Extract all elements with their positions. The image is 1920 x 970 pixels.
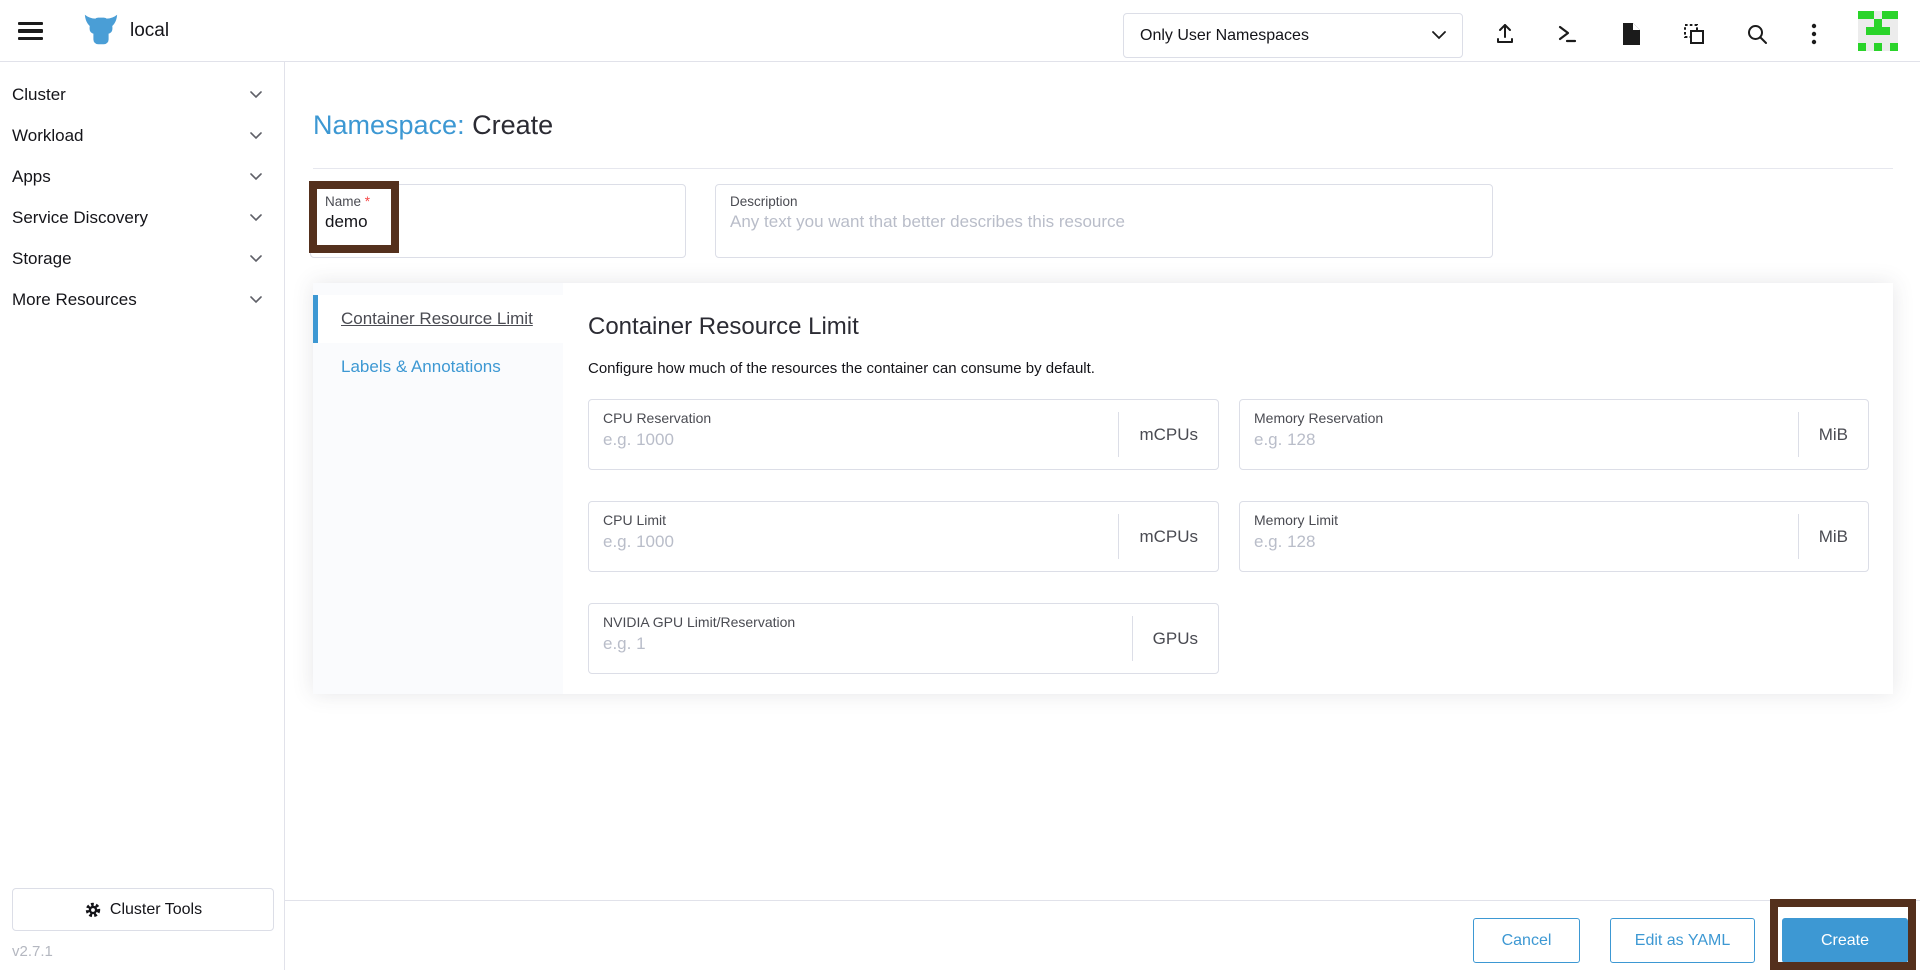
chevron-down-icon	[250, 254, 262, 263]
cancel-button[interactable]: Cancel	[1473, 918, 1580, 963]
cluster-tools-button[interactable]: Cluster Tools	[12, 888, 274, 931]
chevron-down-icon	[250, 172, 262, 181]
chevron-down-icon	[250, 295, 262, 304]
copy-kubeconfig-icon[interactable]	[1676, 16, 1712, 52]
kebab-menu-icon[interactable]	[1796, 16, 1832, 52]
chevron-down-icon	[250, 131, 262, 140]
sidebar-item-cluster[interactable]: Cluster	[0, 74, 284, 115]
cpu-reservation-field[interactable]: CPU Reservation mCPUs	[588, 399, 1219, 470]
edit-as-yaml-button[interactable]: Edit as YAML	[1610, 918, 1755, 963]
tab-nav: Container Resource Limit Labels & Annota…	[313, 283, 563, 694]
namespace-filter-dropdown[interactable]: Only User Namespaces	[1123, 13, 1463, 58]
cpu-reservation-input[interactable]	[603, 430, 1105, 450]
title-divider	[313, 168, 1893, 169]
version-label: v2.7.1	[12, 943, 53, 960]
name-field-label: Name	[325, 194, 362, 209]
page-title: Namespace: Create	[313, 110, 553, 141]
resource-card: Container Resource Limit Labels & Annota…	[313, 283, 1893, 694]
cluster-name: local	[130, 20, 170, 41]
section-heading: Container Resource Limit	[588, 313, 859, 340]
gear-icon	[84, 901, 102, 919]
sidebar-item-service-discovery[interactable]: Service Discovery	[0, 197, 284, 238]
sidebar-item-workload[interactable]: Workload	[0, 115, 284, 156]
gpu-limit-unit: GPUs	[1131, 616, 1218, 661]
sidebar-item-apps[interactable]: Apps	[0, 156, 284, 197]
top-header: local Only User Namespaces	[0, 0, 1920, 62]
sidebar: Cluster Workload Apps Service Discovery …	[0, 62, 285, 970]
tab-panel: Container Resource Limit Configure how m…	[563, 283, 1893, 694]
kubectl-shell-icon[interactable]	[1549, 16, 1585, 52]
name-field[interactable]: Name *	[310, 184, 686, 258]
import-yaml-icon[interactable]	[1487, 16, 1523, 52]
tab-labels-annotations[interactable]: Labels & Annotations	[313, 343, 563, 391]
cpu-limit-unit: mCPUs	[1118, 514, 1218, 559]
memory-limit-field[interactable]: Memory Limit MiB	[1239, 501, 1869, 572]
namespace-filter-value: Only User Namespaces	[1140, 26, 1309, 44]
tab-container-resource-limit[interactable]: Container Resource Limit	[313, 295, 563, 343]
title-resource-link[interactable]: Namespace:	[313, 110, 465, 140]
cpu-limit-field[interactable]: CPU Limit mCPUs	[588, 501, 1219, 572]
chevron-down-icon	[1432, 31, 1446, 40]
chevron-down-icon	[250, 90, 262, 99]
memory-reservation-input[interactable]	[1254, 430, 1784, 450]
gpu-limit-input[interactable]	[603, 634, 1118, 654]
footer-divider	[285, 900, 1920, 901]
user-avatar[interactable]	[1858, 11, 1898, 51]
chevron-down-icon	[250, 213, 262, 222]
memory-reservation-unit: MiB	[1797, 412, 1868, 457]
description-field-label: Description	[730, 194, 798, 209]
required-asterisk: *	[364, 194, 371, 209]
title-action: Create	[472, 110, 554, 140]
description-field[interactable]: Description	[715, 184, 1493, 258]
section-description: Configure how much of the resources the …	[588, 360, 1095, 377]
sidebar-nav: Cluster Workload Apps Service Discovery …	[0, 62, 284, 320]
memory-reservation-field[interactable]: Memory Reservation MiB	[1239, 399, 1869, 470]
cpu-limit-input[interactable]	[603, 532, 1105, 552]
create-button[interactable]: Create	[1782, 918, 1908, 963]
memory-limit-unit: MiB	[1797, 514, 1868, 559]
hamburger-menu-icon[interactable]	[18, 17, 46, 45]
sidebar-item-more-resources[interactable]: More Resources	[0, 279, 284, 320]
name-input[interactable]	[325, 212, 671, 232]
resource-fields-grid: CPU Reservation mCPUs Memory Reservation…	[588, 399, 1869, 674]
sidebar-item-storage[interactable]: Storage	[0, 238, 284, 279]
search-icon[interactable]	[1739, 16, 1775, 52]
main-content: Namespace: Create Name * Description Con…	[285, 62, 1920, 970]
gpu-limit-field[interactable]: NVIDIA GPU Limit/Reservation GPUs	[588, 603, 1219, 674]
description-input[interactable]	[730, 212, 1478, 232]
cpu-reservation-unit: mCPUs	[1118, 412, 1218, 457]
memory-limit-input[interactable]	[1254, 532, 1784, 552]
download-kubeconfig-icon[interactable]	[1613, 16, 1649, 52]
rancher-logo-icon[interactable]	[80, 11, 122, 49]
